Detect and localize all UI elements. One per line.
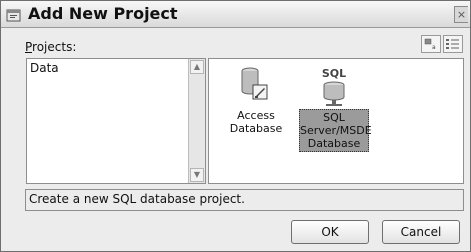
template-sql-server-database[interactable]: SQL SQL Server/MSDE Database <box>299 65 372 152</box>
project-icon <box>6 7 22 22</box>
description-text: Create a new SQL database project. <box>29 192 245 206</box>
ok-button[interactable]: OK <box>291 220 369 244</box>
template-access-database[interactable]: Access Database <box>221 65 291 135</box>
svg-text:a: a <box>432 44 436 51</box>
projects-list[interactable]: Data ▲ ▼ <box>26 58 206 184</box>
close-icon: × <box>456 8 467 21</box>
projects-label-accesskey: P <box>25 40 33 54</box>
template-access-label-2: Database <box>229 122 283 135</box>
template-sql-label-1: SQL <box>323 111 345 124</box>
title-bar[interactable]: Add New Project × <box>1 1 470 28</box>
scroll-down-button[interactable]: ▼ <box>190 168 204 182</box>
scroll-up-button[interactable]: ▲ <box>190 60 204 74</box>
projects-label: Projects: <box>25 40 76 54</box>
list-view-icon[interactable] <box>443 35 463 53</box>
sql-icon-text: SQL <box>322 67 346 80</box>
view-toggle: a <box>421 35 465 53</box>
projects-label-text: rojects: <box>32 40 77 54</box>
projects-scrollbar[interactable]: ▲ ▼ <box>188 59 205 183</box>
cancel-button[interactable]: Cancel <box>382 220 460 244</box>
add-new-project-dialog: Add New Project × Projects: a Data ▲ ▼ A… <box>0 0 471 252</box>
template-sql-label: SQL Server/MSDE Database <box>299 109 372 152</box>
sql-database-icon: SQL <box>314 65 354 107</box>
template-sql-label-2: Server/MSDE <box>300 124 372 137</box>
template-sql-label-3: Database <box>307 137 361 150</box>
large-icons-icon[interactable]: a <box>421 35 441 53</box>
access-database-icon <box>236 65 276 107</box>
description-bar: Create a new SQL database project. <box>25 189 464 211</box>
close-button[interactable]: × <box>454 6 468 23</box>
list-item-data[interactable]: Data <box>29 61 185 75</box>
template-access-label-1: Access <box>237 109 275 122</box>
templates-pane[interactable]: Access Database SQL SQL Server/MSDE Data… <box>208 58 464 184</box>
dialog-title: Add New Project <box>28 4 178 23</box>
